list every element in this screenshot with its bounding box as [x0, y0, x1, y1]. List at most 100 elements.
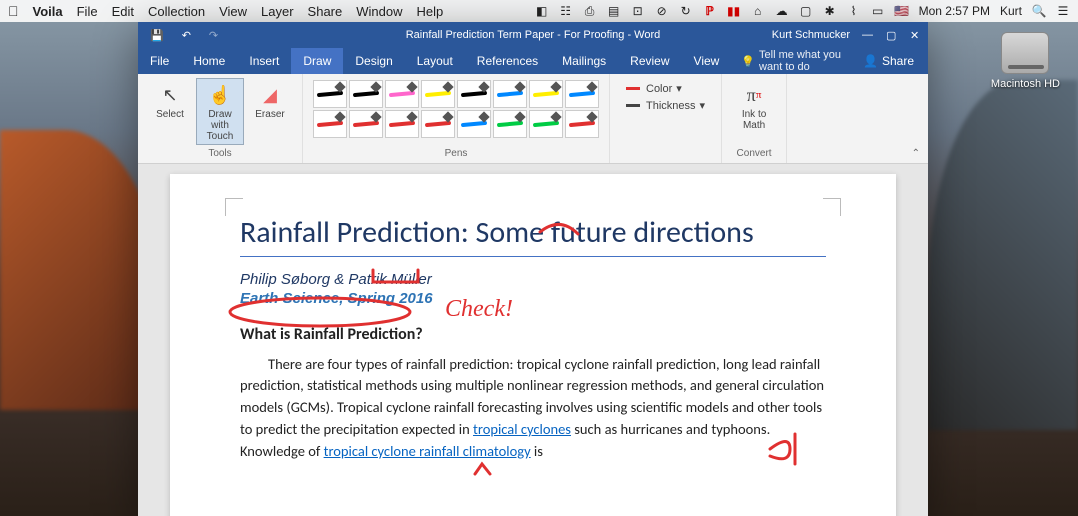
pen-swatch[interactable] [565, 110, 599, 138]
hyperlink-tropical-cyclones[interactable]: tropical cyclones [473, 420, 571, 438]
tab-design[interactable]: Design [343, 48, 404, 74]
desktop-hd-icon[interactable]: Macintosh HD [991, 32, 1060, 90]
spotlight-icon[interactable]: 🔍 [1032, 4, 1046, 18]
flag-icon[interactable]: 🇺🇸 [895, 4, 909, 18]
wifi-icon[interactable]: ⌇ [847, 4, 861, 18]
ribbon-group-format: Color ▾ Thickness ▾ [610, 74, 722, 163]
menubar-help[interactable]: Help [417, 4, 444, 19]
finger-icon: ☝ [199, 81, 241, 109]
chevron-down-icon: ▾ [700, 99, 706, 112]
pen-swatch[interactable] [385, 110, 419, 138]
select-tool[interactable]: ↖Select [146, 78, 194, 145]
menubar-file[interactable]: File [77, 4, 98, 19]
macos-menubar:  Voila File Edit Collection View Layer … [0, 0, 1078, 22]
document-title: Rainfall Prediction: Some future directi… [240, 214, 826, 252]
margin-marker [225, 198, 243, 216]
hd-label: Macintosh HD [991, 78, 1060, 90]
pen-swatch[interactable] [529, 110, 563, 138]
menubar-share[interactable]: Share [308, 4, 343, 19]
battery-icon[interactable]: ▭ [871, 4, 885, 18]
pen-thickness-dropdown[interactable]: Thickness ▾ [626, 99, 705, 112]
lightbulb-icon: 💡 [741, 55, 755, 68]
share-button[interactable]: 👤Share [849, 54, 928, 68]
hyperlink-climatology[interactable]: tropical cyclone rainfall climatology [324, 442, 531, 460]
pen-swatch[interactable] [493, 80, 527, 108]
status-icon[interactable]: ☷ [559, 4, 573, 18]
redo-icon[interactable]: ↷ [209, 29, 218, 42]
menubar-collection[interactable]: Collection [148, 4, 205, 19]
undo-icon[interactable]: ↶ [182, 29, 191, 42]
status-icon[interactable]: ◧ [535, 4, 549, 18]
tab-view[interactable]: View [682, 48, 732, 74]
pen-swatch[interactable] [385, 80, 419, 108]
bluetooth-icon[interactable]: ✱ [823, 4, 837, 18]
pen-swatch[interactable] [493, 110, 527, 138]
menubar-user[interactable]: Kurt [1000, 4, 1022, 18]
status-icon[interactable]: ⎙ [583, 4, 597, 18]
draw-touch-tool[interactable]: ☝Draw with Touch [196, 78, 244, 145]
eraser-icon: ◢ [249, 81, 291, 109]
tab-review[interactable]: Review [618, 48, 681, 74]
tab-insert[interactable]: Insert [237, 48, 291, 74]
close-button[interactable]: ✕ [910, 29, 922, 41]
status-icon[interactable]: ☁ [775, 4, 789, 18]
status-icon[interactable]: ↻ [679, 4, 693, 18]
pen-swatch[interactable] [349, 110, 383, 138]
pen-swatch[interactable] [565, 80, 599, 108]
pen-swatch[interactable] [457, 110, 491, 138]
tab-file[interactable]: File [138, 48, 181, 74]
tab-mailings[interactable]: Mailings [550, 48, 618, 74]
cursor-icon: ↖ [149, 81, 191, 109]
tell-me-search[interactable]: 💡Tell me what you want to do [741, 49, 849, 73]
parallels-icon[interactable]: ℙ [703, 4, 717, 18]
menubar-clock[interactable]: Mon 2:57 PM [919, 4, 990, 18]
account-name[interactable]: Kurt Schmucker [772, 29, 850, 41]
eraser-tool[interactable]: ◢Eraser [246, 78, 294, 145]
menubar-layer[interactable]: Layer [261, 4, 294, 19]
save-icon[interactable]: 💾 [150, 29, 164, 42]
ink-to-math-button[interactable]: ππInk to Math [730, 78, 778, 134]
share-icon: 👤 [863, 54, 878, 68]
authors-line: Philip Søborg & Patrik Müller [240, 271, 826, 288]
tab-home[interactable]: Home [181, 48, 237, 74]
group-label-convert: Convert [730, 148, 778, 161]
hd-icon [1001, 32, 1049, 74]
section-heading: What is Rainfall Prediction? [240, 325, 826, 344]
window-title: Rainfall Prediction Term Paper - For Pro… [406, 29, 661, 41]
pen-swatch[interactable] [457, 80, 491, 108]
group-label-tools: Tools [146, 148, 294, 161]
pen-swatch[interactable] [349, 80, 383, 108]
page: Rainfall Prediction: Some future directi… [170, 174, 896, 516]
menubar-edit[interactable]: Edit [112, 4, 134, 19]
pen-swatch[interactable] [313, 80, 347, 108]
menubar-view[interactable]: View [219, 4, 247, 19]
tab-references[interactable]: References [465, 48, 550, 74]
body-paragraph: There are four types of rainfall predict… [240, 354, 826, 463]
menubar-window[interactable]: Window [356, 4, 402, 19]
pen-swatch[interactable] [421, 80, 455, 108]
pen-color-dropdown[interactable]: Color ▾ [626, 82, 705, 95]
collapse-ribbon-icon[interactable]: ⌃ [912, 148, 920, 159]
tab-layout[interactable]: Layout [405, 48, 465, 74]
tab-draw[interactable]: Draw [291, 48, 343, 74]
status-icon[interactable]: ⌂ [751, 4, 765, 18]
group-label-pens: Pens [311, 148, 601, 161]
minimize-button[interactable]: — [862, 29, 874, 41]
notification-icon[interactable]: ☰ [1056, 4, 1070, 18]
apple-menu[interactable]:  [8, 3, 19, 19]
menubar-app[interactable]: Voila [33, 4, 63, 19]
pen-swatch[interactable] [421, 110, 455, 138]
status-icon[interactable]: ▤ [607, 4, 621, 18]
pause-icon[interactable]: ▮▮ [727, 4, 741, 18]
pi-icon: ππ [733, 81, 775, 109]
status-icon[interactable]: ⊘ [655, 4, 669, 18]
display-icon[interactable]: ▢ [799, 4, 813, 18]
pen-swatch[interactable] [529, 80, 563, 108]
document-area[interactable]: Rainfall Prediction: Some future directi… [138, 164, 928, 516]
subtitle-line: Earth Science, Spring 2016 [240, 290, 826, 307]
pen-swatch[interactable] [313, 110, 347, 138]
status-icon[interactable]: ⊡ [631, 4, 645, 18]
ribbon: ↖Select ☝Draw with Touch ◢Eraser Tools P… [138, 74, 928, 164]
chevron-down-icon: ▾ [676, 82, 682, 95]
maximize-button[interactable]: ▢ [886, 29, 898, 41]
